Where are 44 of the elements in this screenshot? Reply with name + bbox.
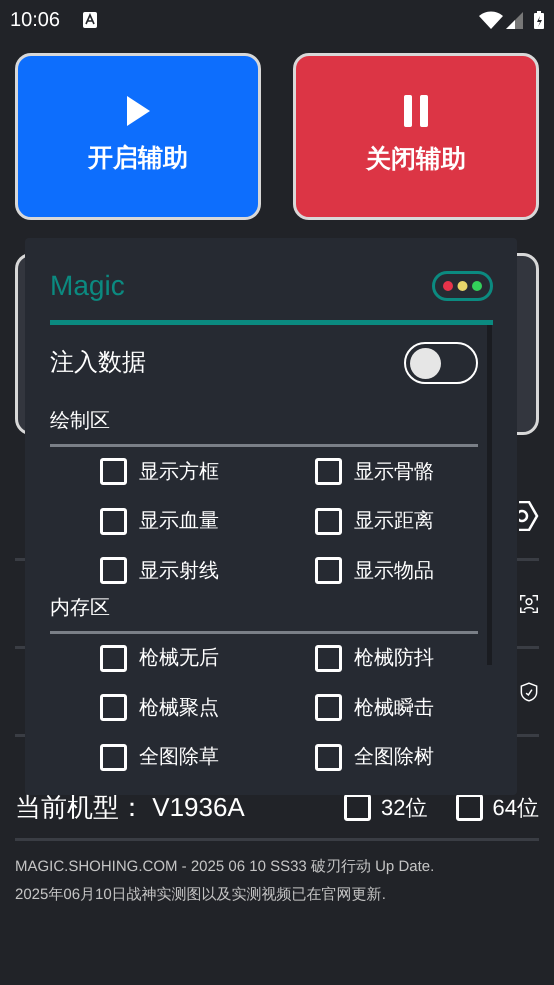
- option-label: 32位: [381, 794, 428, 822]
- wifi-icon: [479, 11, 503, 29]
- option-label: 枪械聚点: [139, 696, 219, 721]
- device-model: 当前机型： V1936A: [15, 791, 246, 824]
- checkbox[interactable]: [315, 508, 342, 535]
- checkbox[interactable]: [315, 694, 342, 722]
- option-label: 显示骨骼: [354, 460, 434, 485]
- notification-icon: [83, 12, 98, 28]
- footer-text: MAGIC.SHOHING.COM - 2025 06 10 SS33 破刃行动 Up Date.: [15, 857, 436, 877]
- inject-label: 注入数据: [50, 348, 146, 378]
- checkbox[interactable]: [100, 644, 127, 672]
- checkbox[interactable]: [100, 458, 127, 486]
- option-label: 枪械无后: [139, 646, 219, 672]
- checkbox[interactable]: [100, 557, 127, 584]
- checkbox[interactable]: [315, 744, 342, 771]
- option-label: 显示方框: [139, 460, 219, 485]
- section-title: 绘制区: [50, 409, 111, 433]
- stop-button[interactable]: 关闭辅助: [293, 53, 539, 220]
- option-label: 显示射线: [139, 558, 219, 584]
- pause-icon: [404, 94, 428, 127]
- battery-icon: [534, 11, 544, 29]
- panel-title: Magic: [50, 269, 125, 303]
- option-label: 显示物品: [354, 558, 434, 584]
- checkbox[interactable]: [100, 694, 127, 722]
- option-label: 显示血量: [139, 509, 219, 534]
- signal-icon: [506, 12, 523, 28]
- option-label: 显示距离: [354, 509, 434, 534]
- option-label: 枪械防抖: [354, 646, 434, 672]
- window-dots-icon[interactable]: [432, 271, 493, 301]
- option-label: 64位: [492, 794, 539, 822]
- option-label: 全图除草: [139, 745, 219, 770]
- toggle-switch[interactable]: [404, 342, 478, 384]
- checkbox[interactable]: [100, 744, 127, 771]
- clock: 10:06: [10, 8, 60, 33]
- footer-text: 2025年06月10日战神实测图以及实测视频已在官网更新.: [15, 885, 387, 905]
- start-button[interactable]: 开启辅助: [15, 53, 261, 220]
- section-title: 内存区: [50, 596, 111, 620]
- option-label: 全图除树: [354, 745, 434, 770]
- option-label: 枪械瞬击: [354, 696, 434, 721]
- checkbox[interactable]: [315, 458, 342, 486]
- checkbox[interactable]: [100, 508, 127, 535]
- checkbox[interactable]: [315, 644, 342, 672]
- play-icon: [126, 96, 150, 126]
- checkbox[interactable]: [315, 557, 342, 584]
